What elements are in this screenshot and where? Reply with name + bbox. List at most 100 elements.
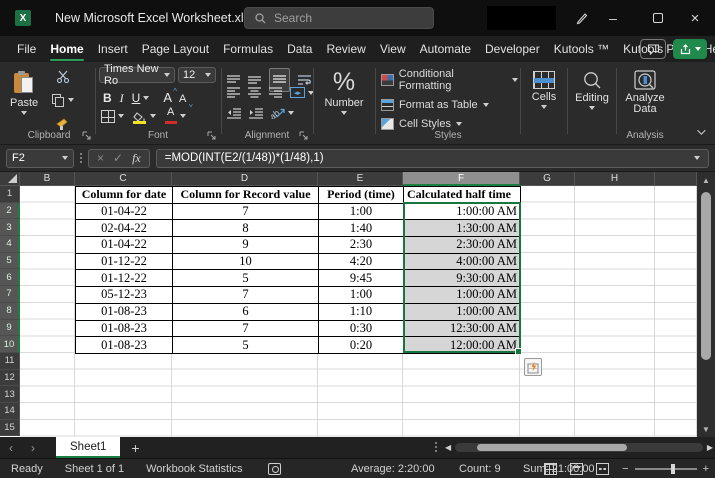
cell[interactable]: 05-12-23 — [76, 287, 173, 304]
sheetbar-grip[interactable] — [435, 442, 437, 452]
decrease-indent-icon[interactable] — [227, 108, 241, 119]
bold-button[interactable]: B — [103, 91, 112, 105]
alignment-dialog-launcher[interactable] — [299, 131, 309, 141]
row-header-8[interactable]: 8 — [0, 303, 20, 320]
macro-record-icon[interactable] — [268, 463, 281, 475]
cell[interactable]: 01-04-22 — [76, 203, 173, 220]
cell[interactable]: 01-12-22 — [76, 270, 173, 287]
cell[interactable]: 7 — [173, 287, 319, 304]
enter-button[interactable]: ✓ — [113, 151, 123, 165]
zoom-slider-thumb[interactable] — [671, 464, 675, 474]
name-box[interactable]: F2 — [6, 149, 74, 168]
sheet-tab-sheet1[interactable]: Sheet1 — [56, 437, 120, 458]
paste-button[interactable]: Paste — [10, 66, 38, 115]
horizontal-scrollbar-thumb[interactable] — [477, 444, 627, 451]
column-header-e[interactable]: E — [318, 172, 403, 186]
row-header-9[interactable]: 9 — [0, 320, 20, 337]
header-cell[interactable]: Column for date — [76, 187, 173, 204]
tab-page-layout[interactable]: Page Layout — [135, 36, 216, 62]
account-box[interactable] — [487, 6, 556, 30]
cell[interactable]: 01-08-23 — [76, 303, 173, 320]
tab-view[interactable]: View — [373, 36, 413, 62]
orientation-button[interactable]: ab — [271, 107, 294, 119]
cell[interactable]: 10 — [173, 253, 319, 270]
align-middle-icon[interactable] — [248, 75, 261, 86]
cell[interactable]: 02-04-22 — [76, 220, 173, 237]
cell-styles-button[interactable]: Cell Styles — [381, 118, 518, 130]
cell[interactable]: 1:00:00 AM — [404, 203, 521, 220]
ink-pen-icon[interactable] — [570, 8, 594, 28]
conditional-formatting-button[interactable]: Conditional Formatting — [381, 68, 518, 92]
cell[interactable]: 1:00 — [319, 287, 404, 304]
cell[interactable]: 0:20 — [319, 337, 404, 354]
cut-button[interactable] — [52, 68, 74, 84]
workbook-statistics-button[interactable]: Workbook Statistics — [135, 463, 253, 475]
font-color-button[interactable]: A — [165, 109, 186, 123]
search-input[interactable]: Search — [244, 7, 434, 29]
close-button[interactable]: × — [675, 0, 715, 36]
row-header-5[interactable]: 5 — [0, 253, 20, 270]
cell[interactable]: 9:30:00 AM — [404, 270, 521, 287]
fill-color-button[interactable] — [133, 109, 156, 123]
tab-file[interactable]: File — [10, 36, 43, 62]
header-cell[interactable]: Column for Record value — [173, 187, 319, 204]
row-header-13[interactable]: 13 — [0, 386, 20, 403]
ribbon-collapse-icon[interactable] — [697, 126, 705, 134]
cell[interactable]: 01-04-22 — [76, 237, 173, 254]
font-dialog-launcher[interactable] — [207, 131, 217, 141]
page-layout-view-icon[interactable] — [570, 463, 583, 475]
cell[interactable]: 1:00:00 AM — [404, 303, 521, 320]
row-header-3[interactable]: 3 — [0, 219, 20, 236]
cell[interactable]: 2:30 — [319, 237, 404, 254]
scroll-right-icon[interactable]: ▶ — [707, 443, 713, 452]
share-button[interactable] — [673, 39, 707, 59]
increase-font-button[interactable]: A^ — [163, 89, 172, 107]
column-header-g[interactable]: G — [520, 172, 575, 186]
cell[interactable]: 6 — [173, 303, 319, 320]
status-sheet-info[interactable]: Sheet 1 of 1 — [54, 463, 135, 475]
page-break-view-icon[interactable] — [596, 463, 609, 475]
row-header-14[interactable]: 14 — [0, 403, 20, 420]
cell[interactable]: 9 — [173, 237, 319, 254]
cell[interactable]: 7 — [173, 203, 319, 220]
row-header-1[interactable]: 1 — [0, 186, 20, 203]
copy-button[interactable] — [52, 92, 74, 108]
editing-button[interactable]: Editing — [569, 66, 615, 110]
column-header-f[interactable]: F — [403, 172, 520, 186]
cell[interactable]: 5 — [173, 270, 319, 287]
font-name-combo[interactable]: Times New Ro — [99, 67, 175, 83]
cell[interactable]: 1:10 — [319, 303, 404, 320]
tab-home[interactable]: Home — [43, 36, 90, 62]
column-header-b[interactable]: B — [20, 172, 75, 186]
horizontal-scrollbar[interactable]: ◀ ▶ — [445, 441, 713, 454]
normal-view-icon[interactable] — [544, 463, 557, 475]
row-header-4[interactable]: 4 — [0, 236, 20, 253]
worksheet-grid[interactable]: BCDEFGH 123456789101112131415 Column for… — [0, 172, 715, 437]
cell[interactable]: 8 — [173, 220, 319, 237]
insert-function-button[interactable]: fx — [132, 151, 141, 166]
increase-indent-icon[interactable] — [249, 108, 263, 119]
column-header-partial[interactable] — [655, 172, 697, 186]
tab-kutools[interactable]: Kutools ™ — [547, 36, 616, 62]
row-header-6[interactable]: 6 — [0, 269, 20, 286]
cell[interactable]: 4:20 — [319, 253, 404, 270]
column-header-d[interactable]: D — [172, 172, 318, 186]
minimize-button[interactable]: – — [593, 0, 633, 36]
font-size-combo[interactable]: 12 — [178, 67, 216, 83]
zoom-out-button[interactable]: − — [622, 463, 628, 475]
scroll-up-icon[interactable]: ▲ — [697, 172, 715, 188]
row-header-11[interactable]: 11 — [0, 353, 20, 370]
cell[interactable]: 1:30:00 AM — [404, 220, 521, 237]
analyze-data-button[interactable]: Analyze Data — [618, 65, 672, 115]
row-header-15[interactable]: 15 — [0, 420, 20, 437]
zoom-slider[interactable] — [635, 468, 697, 470]
tab-automate[interactable]: Automate — [413, 36, 478, 62]
formula-input[interactable]: =MOD(INT(E2/(1/48))*(1/48),1) — [156, 149, 709, 168]
cell[interactable]: 7 — [173, 320, 319, 337]
wrap-text-icon[interactable] — [298, 74, 312, 86]
sheet-nav-left-icon[interactable]: ‹ — [0, 441, 22, 455]
column-header-c[interactable]: C — [75, 172, 172, 186]
sheet-nav-right-icon[interactable]: › — [22, 441, 44, 455]
scroll-down-icon[interactable]: ▼ — [697, 421, 715, 437]
comments-button[interactable] — [640, 39, 666, 59]
